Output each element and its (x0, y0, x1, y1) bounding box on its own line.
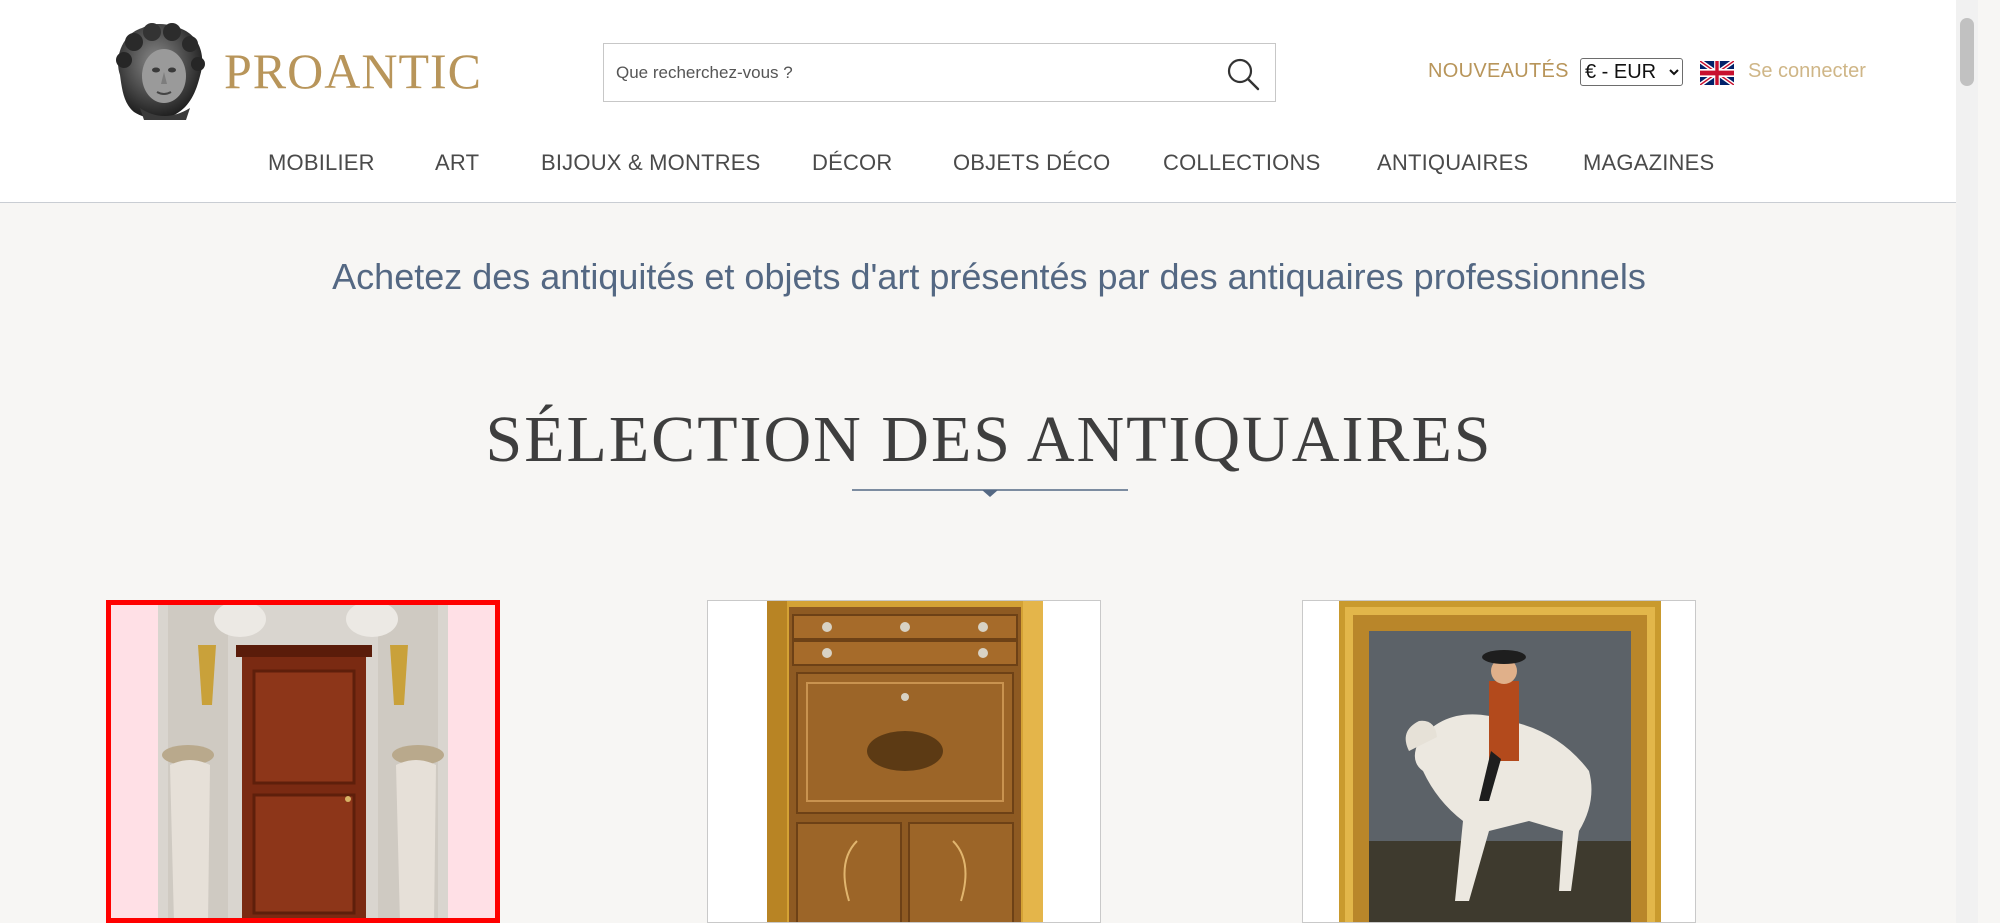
search-box (603, 43, 1276, 102)
tagline: Achetez des antiquités et objets d'art p… (332, 256, 1646, 297)
search-icon[interactable] (1225, 56, 1261, 92)
scrollbar[interactable] (1956, 0, 1978, 923)
scrollbar-thumb[interactable] (1960, 18, 1974, 86)
product-card-2[interactable] (707, 600, 1101, 923)
page: PROANTIC NOUVEAUTÉS € - EUR Se connecter… (0, 0, 1978, 923)
nav-item-antiquaires[interactable]: ANTIQUAIRES (1377, 150, 1528, 176)
nav-item-decor[interactable]: DÉCOR (812, 150, 892, 176)
title-divider (852, 489, 1128, 497)
search-input[interactable] (604, 44, 1204, 101)
main-nav: MOBILIER ART BIJOUX & MONTRES DÉCOR OBJE… (0, 150, 1978, 180)
nav-item-collections[interactable]: COLLECTIONS (1163, 150, 1320, 176)
logo-link[interactable]: PROANTIC (110, 20, 482, 122)
currency-select[interactable]: € - EUR (1580, 58, 1683, 86)
site-header: PROANTIC NOUVEAUTÉS € - EUR Se connecter… (0, 0, 1978, 203)
product-card-1[interactable] (106, 600, 500, 923)
section-title: SÉLECTION DES ANTIQUAIRES (485, 403, 1493, 476)
uk-flag-icon[interactable] (1700, 61, 1734, 85)
mahogany-cabinet-image (158, 605, 448, 918)
nav-item-bijoux-montres[interactable]: BIJOUX & MONTRES (541, 150, 761, 176)
product-card-3[interactable] (1302, 600, 1696, 923)
nav-item-art[interactable]: ART (435, 150, 479, 176)
login-link[interactable]: Se connecter (1748, 60, 1866, 83)
nav-item-magazines[interactable]: MAGAZINES (1583, 150, 1714, 176)
equestrian-portrait-image (1339, 601, 1661, 922)
new-arrivals-link[interactable]: NOUVEAUTÉS (1428, 60, 1569, 83)
bust-icon (116, 23, 205, 120)
brand-name: PROANTIC (224, 43, 483, 99)
nav-item-mobilier[interactable]: MOBILIER (268, 150, 375, 176)
marquetry-secretary-image (767, 601, 1043, 922)
nav-item-objets-deco[interactable]: OBJETS DÉCO (953, 150, 1110, 176)
